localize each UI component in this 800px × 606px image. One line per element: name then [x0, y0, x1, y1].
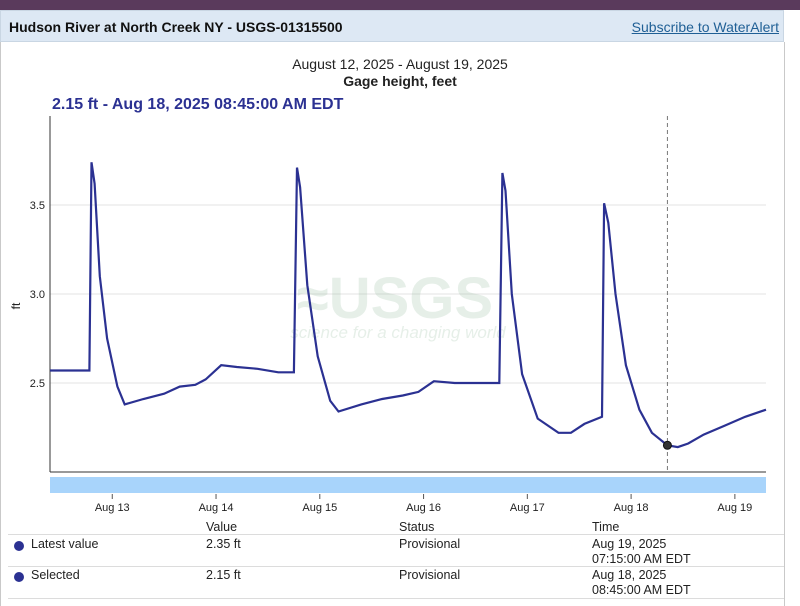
- table-divider: [8, 598, 784, 599]
- x-tick-label: Aug 16: [406, 502, 441, 514]
- col-header-value: Value: [206, 520, 238, 534]
- table-divider: [8, 566, 784, 567]
- row-selected-label: Selected: [31, 568, 80, 582]
- selected-point-marker: [662, 440, 672, 450]
- y-tick-label: 2.5: [30, 378, 45, 390]
- x-tick-label: Aug 19: [717, 502, 752, 514]
- row-latest-time: 07:15:00 AM EDT: [592, 552, 691, 566]
- x-tick-label: Aug 15: [302, 502, 337, 514]
- y-axis-label: ft: [9, 302, 23, 309]
- usgs-watermark-tagline: science for a changing world: [290, 323, 506, 342]
- x-tick-label: Aug 18: [614, 502, 649, 514]
- row-selected-date: Aug 18, 2025: [592, 568, 667, 582]
- gage-height-chart[interactable]: ≈USGS science for a changing world 2.5 3.…: [0, 0, 800, 606]
- time-range-navigator[interactable]: [50, 477, 766, 493]
- y-tick-labels: 2.5 3.0 3.5: [30, 200, 45, 390]
- row-selected-value: 2.15 ft: [206, 568, 241, 582]
- usgs-watermark-logo: ≈USGS: [297, 266, 493, 331]
- y-tick-label: 3.0: [30, 289, 45, 301]
- y-tick-label: 3.5: [30, 200, 45, 212]
- usgs-watermark: ≈USGS science for a changing world: [290, 266, 506, 342]
- row-latest-date: Aug 19, 2025: [592, 537, 667, 551]
- row-latest-label: Latest value: [31, 537, 99, 551]
- row-latest-value: 2.35 ft: [206, 537, 241, 551]
- row-selected-time: 08:45:00 AM EDT: [592, 583, 691, 597]
- row-selected-status: Provisional: [399, 568, 461, 582]
- selected-series-dot: [14, 572, 24, 582]
- x-tick-label: Aug 13: [95, 502, 130, 514]
- x-tick-label: Aug 17: [510, 502, 545, 514]
- col-header-time: Time: [592, 520, 620, 534]
- col-header-status: Status: [399, 520, 435, 534]
- table-divider: [8, 534, 784, 535]
- row-latest-status: Provisional: [399, 537, 461, 551]
- x-tick-label: Aug 14: [199, 502, 234, 514]
- x-tick-labels: Aug 13 Aug 14 Aug 15 Aug 16 Aug 17 Aug 18 Aug …: [95, 494, 752, 514]
- latest-series-dot: [14, 541, 24, 551]
